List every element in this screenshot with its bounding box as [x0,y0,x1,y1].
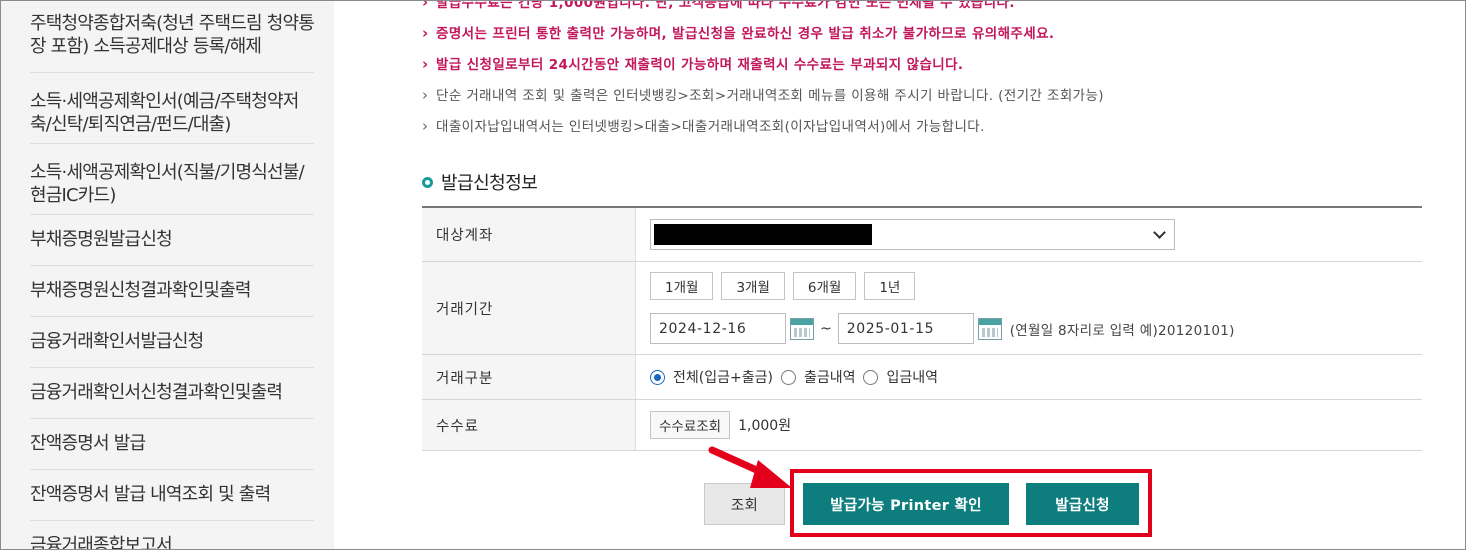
period-1month-button[interactable]: 1개월 [650,272,714,300]
bullet-icon [422,176,433,188]
transaction-type-radio-group: 전체(입금+출금) 출금내역 입금내역 [650,367,942,387]
end-date-input[interactable]: 2025-01-15 [837,313,974,344]
sidebar-item-label: 부채증명원신청결과확인및출력 [30,280,251,301]
sidebar-item-label: 부채증명원발급신청 [30,229,173,250]
row-period: 거래기간 1개월 3개월 6개월 1년 2024-12-16 ~ 2025-01… [422,262,1422,355]
sidebar-item-balance-certificate[interactable]: 잔액증명서 발급 [30,419,314,470]
notice-loan-interest: 대출이자납입내역서는 인터넷뱅킹>대출>대출거래내역조회(이자납입내역서)에서 … [422,111,1422,143]
radio-all[interactable] [650,369,665,385]
start-date-input[interactable]: 2024-12-16 [650,313,786,344]
account-select[interactable] [650,219,1175,250]
sidebar-item-label: 소득·세액공제확인서(예금/주택청약저축/신탁/퇴직연금/펀드/대출) [30,91,299,135]
radio-withdrawal-label[interactable]: 출금내역 [804,367,856,387]
section-title-text: 발급신청정보 [441,173,538,194]
fee-value: 1,000원 [738,418,792,434]
sidebar-item-label: 금융거래확인서신청결과확인및출력 [30,382,283,403]
sidebar-item-tax-deduction-deposit[interactable]: 소득·세액공제확인서(예금/주택청약저축/신탁/퇴직연금/펀드/대출) [30,73,314,144]
period-1year-button[interactable]: 1년 [864,272,916,300]
sidebar-item-label: 소득·세액공제확인서(직불/기명식선불/현금IC카드) [30,162,305,206]
search-button[interactable]: 조회 [704,483,785,525]
notice-list: 발급수수료는 건당 1,000원입니다. 단, 고객등급에 따라 수수료가 감면… [422,0,1422,143]
calendar-icon[interactable] [977,317,1002,340]
period-quick-buttons: 1개월 3개월 6개월 1년 [650,272,1235,300]
sidebar-item-financial-report[interactable]: 금융거래종합보고서 [30,521,314,550]
row-fee: 수수료 수수료조회 1,000원 [422,400,1422,451]
radio-withdrawal[interactable] [780,369,796,385]
sidebar-item-label: 금융거래확인서발급신청 [30,331,204,352]
sidebar-item-balance-certificate-history[interactable]: 잔액증명서 발급 내역조회 및 출력 [30,470,314,521]
sidebar-item-debt-certificate-apply[interactable]: 부채증명원발급신청 [30,215,314,266]
sidebar-item-debt-certificate-result[interactable]: 부채증명원신청결과확인및출력 [30,266,314,317]
sidebar-item-label: 주택청약종합저축(청년 주택드림 청약통장 포함) 소득공제대상 등록/해제 [30,13,315,57]
issue-form: 대상계좌 거래기간 1개월 3개월 6개월 1년 2024-12-16 ~ 20… [422,206,1422,451]
section-title: 발급신청정보 [422,169,538,195]
date-format-hint: (연월일 8자리로 입력 예)20120101) [1009,322,1235,339]
row-transaction-type: 거래구분 전체(입금+출금) 출금내역 입금내역 [422,355,1422,400]
sidebar-item-tax-deduction-card[interactable]: 소득·세액공제확인서(직불/기명식선불/현금IC카드) [30,144,314,215]
period-label: 거래기간 [422,262,636,354]
radio-all-label[interactable]: 전체(입금+출금) [673,367,773,387]
calendar-icon[interactable] [790,317,814,340]
notice-fee: 발급수수료는 건당 1,000원입니다. 단, 고객등급에 따라 수수료가 감면… [422,0,1422,19]
account-label: 대상계좌 [422,208,636,261]
chevron-down-icon [1153,226,1166,239]
sidebar-item-label: 잔액증명서 발급 [30,433,146,454]
printer-check-button[interactable]: 발급가능 Printer 확인 [803,483,1009,525]
period-3month-button[interactable]: 3개월 [721,272,785,300]
sidebar-item-financial-confirmation-result[interactable]: 금융거래확인서신청결과확인및출력 [30,368,314,419]
sidebar: 주택청약종합저축(청년 주택드림 청약통장 포함) 소득공제대상 등록/해제 소… [0,0,334,550]
row-account: 대상계좌 [422,208,1422,262]
radio-deposit[interactable] [863,369,879,385]
date-separator: ~ [820,320,832,337]
notice-reprint: 발급 신청일로부터 24시간동안 재출력이 가능하며 재출력시 수수료는 부과되… [422,49,1422,81]
period-6month-button[interactable]: 6개월 [792,272,857,300]
sidebar-item-label: 잔액증명서 발급 내역조회 및 출력 [30,484,271,505]
radio-deposit-label[interactable]: 입금내역 [886,367,938,387]
notice-simple-history: 단순 거래내역 조회 및 출력은 인터넷뱅킹>조회>거래내역조회 메뉴를 이용해… [422,80,1422,112]
sidebar-item-label: 금융거래종합보고서 [30,535,173,550]
fee-inquiry-button[interactable]: 수수료조회 [650,411,731,439]
transaction-type-label: 거래구분 [422,355,636,399]
sidebar-menu: 주택청약종합저축(청년 주택드림 청약통장 포함) 소득공제대상 등록/해제 소… [30,0,315,550]
sidebar-item-financial-confirmation-apply[interactable]: 금융거래확인서발급신청 [30,317,314,368]
redacted-account-number [654,224,872,245]
notice-print-only: 증명서는 프린터 통한 출력만 가능하며, 발급신청을 완료하신 경우 발급 취… [422,18,1422,50]
apply-button[interactable]: 발급신청 [1026,483,1139,525]
sidebar-item-housing-savings-deduction[interactable]: 주택청약종합저축(청년 주택드림 청약통장 포함) 소득공제대상 등록/해제 [30,0,315,73]
fee-label: 수수료 [422,400,636,450]
